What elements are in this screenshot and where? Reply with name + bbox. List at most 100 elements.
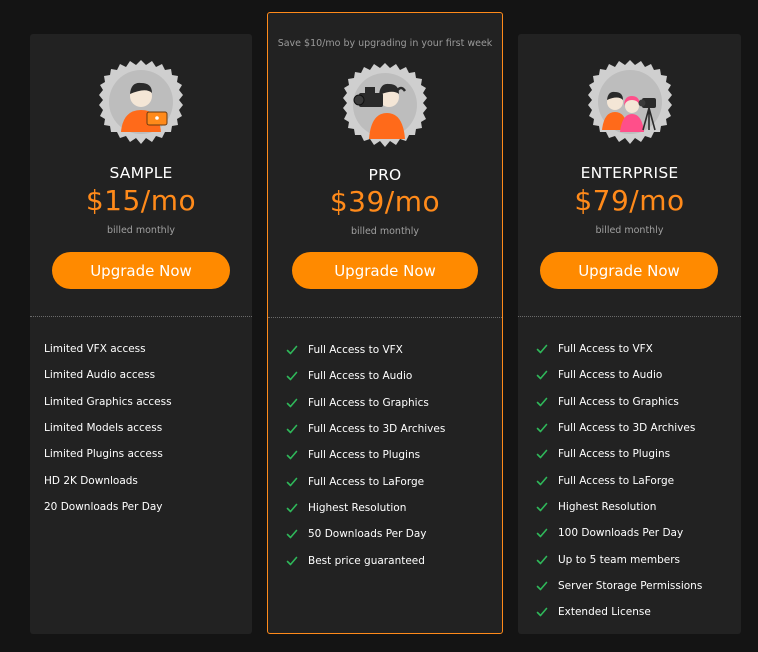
billing-note: billed monthly <box>595 225 664 236</box>
feature-label: Full Access to Graphics <box>558 395 679 408</box>
feature-item: Full Access to Plugins <box>268 442 502 468</box>
check-icon <box>536 450 548 459</box>
feature-label: 100 Downloads Per Day <box>558 527 684 540</box>
feature-label: Full Access to LaForge <box>558 474 675 487</box>
feature-item: Limited Graphics access <box>30 389 252 415</box>
check-icon <box>286 424 298 434</box>
check-icon <box>286 398 298 408</box>
feature-item: Limited Audio access <box>30 362 252 388</box>
feature-item: Full Access to 3D Archives <box>268 416 502 442</box>
check-icon <box>536 528 548 538</box>
upgrade-now-button-enterprise[interactable]: Upgrade Now <box>540 252 718 289</box>
check-icon <box>286 451 298 460</box>
billing-note: billed monthly <box>351 226 419 237</box>
divider <box>30 316 252 317</box>
upgrade-now-button-sample[interactable]: Upgrade Now <box>52 252 230 289</box>
feature-label: 20 Downloads Per Day <box>44 500 163 513</box>
feature-label: Full Access to Plugins <box>558 448 671 461</box>
feature-list: Full Access to VFX Full Access to Audio … <box>268 337 502 574</box>
feature-item: 100 Downloads Per Day <box>518 520 741 546</box>
plan-price: $39/mo <box>329 185 441 218</box>
plan-price: $15/mo <box>85 184 197 217</box>
check-icon <box>286 529 298 539</box>
feature-label: HD 2K Downloads <box>44 474 138 487</box>
check-icon <box>536 555 548 564</box>
feature-label: Full Access to Audio <box>308 370 413 383</box>
film-crew-icon <box>587 60 672 144</box>
plan-name: SAMPLE <box>109 164 173 182</box>
plan-card-pro: Save $10/mo by upgrading in your first w… <box>267 12 503 634</box>
check-icon <box>286 556 298 565</box>
feature-item: Highest Resolution <box>518 494 741 520</box>
billing-note: billed monthly <box>107 225 175 236</box>
plan-name: ENTERPRISE <box>580 164 679 182</box>
feature-item: HD 2K Downloads <box>30 467 252 493</box>
feature-label: Limited Graphics access <box>44 395 172 408</box>
feature-item: Extended License <box>518 599 741 625</box>
check-icon <box>286 503 298 513</box>
feature-item: Full Access to 3D Archives <box>518 415 741 441</box>
feature-list: Limited VFX access Limited Audio access … <box>30 336 252 520</box>
feature-item: Full Access to VFX <box>268 337 502 363</box>
divider <box>268 317 502 318</box>
feature-item: Full Access to LaForge <box>518 467 741 493</box>
feature-label: Full Access to 3D Archives <box>308 423 446 436</box>
feature-item: Full Access to VFX <box>518 336 741 362</box>
feature-label: Up to 5 team members <box>558 553 680 566</box>
upgrade-now-button-pro[interactable]: Upgrade Now <box>292 252 478 289</box>
feature-label: Full Access to VFX <box>308 344 403 357</box>
plan-card-sample: SAMPLE $15/mo billed monthly Upgrade Now… <box>30 34 252 634</box>
feature-item: 20 Downloads Per Day <box>30 494 252 520</box>
plan-price: $79/mo <box>574 184 685 217</box>
feature-label: Full Access to Plugins <box>308 449 421 462</box>
feature-item: Up to 5 team members <box>518 546 741 572</box>
feature-list: Full Access to VFX Full Access to Audio … <box>518 336 741 625</box>
feature-label: Limited VFX access <box>44 343 146 356</box>
feature-item: Full Access to Graphics <box>518 389 741 415</box>
camera-operator-icon <box>343 63 427 147</box>
feature-item: Full Access to LaForge <box>268 468 502 494</box>
feature-item: Limited Plugins access <box>30 441 252 467</box>
feature-label: Extended License <box>558 606 651 619</box>
feature-item: 50 Downloads Per Day <box>268 521 502 547</box>
check-icon <box>536 371 548 380</box>
feature-item: Server Storage Permissions <box>518 573 741 599</box>
check-icon <box>536 502 548 512</box>
feature-item: Full Access to Audio <box>268 363 502 389</box>
feature-label: Highest Resolution <box>308 501 407 514</box>
plan-name: PRO <box>368 166 402 184</box>
feature-label: Full Access to 3D Archives <box>558 422 696 435</box>
check-icon <box>286 345 298 355</box>
pricing-section: SAMPLE $15/mo billed monthly Upgrade Now… <box>0 0 758 652</box>
promo-text: Save $10/mo by upgrading in your first w… <box>277 38 493 49</box>
feature-item: Limited Models access <box>30 415 252 441</box>
feature-item: Full Access to Audio <box>518 362 741 388</box>
feature-label: Highest Resolution <box>558 500 657 513</box>
feature-label: Limited Plugins access <box>44 448 163 461</box>
check-icon <box>536 344 548 354</box>
check-icon <box>536 397 548 407</box>
feature-label: 50 Downloads Per Day <box>308 528 427 541</box>
feature-label: Full Access to VFX <box>558 343 653 356</box>
feature-item: Full Access to Plugins <box>518 441 741 467</box>
check-icon <box>536 581 548 591</box>
divider <box>518 316 741 317</box>
feature-item: Limited VFX access <box>30 336 252 362</box>
feature-label: Full Access to Graphics <box>308 396 429 409</box>
feature-item: Best price guaranteed <box>268 547 502 573</box>
feature-label: Limited Models access <box>44 422 163 435</box>
feature-item: Highest Resolution <box>268 495 502 521</box>
feature-item: Full Access to Graphics <box>268 390 502 416</box>
check-icon <box>286 372 298 381</box>
person-with-laptop-icon <box>99 60 183 144</box>
check-icon <box>536 423 548 433</box>
feature-label: Full Access to Audio <box>558 369 663 382</box>
check-icon <box>286 477 298 486</box>
feature-label: Server Storage Permissions <box>558 579 703 592</box>
plan-card-enterprise: ENTERPRISE $79/mo billed monthly Upgrade… <box>518 34 741 634</box>
check-icon <box>536 476 548 485</box>
check-icon <box>536 607 548 617</box>
feature-label: Limited Audio access <box>44 369 156 382</box>
feature-label: Best price guaranteed <box>308 554 425 567</box>
feature-label: Full Access to LaForge <box>308 475 425 488</box>
